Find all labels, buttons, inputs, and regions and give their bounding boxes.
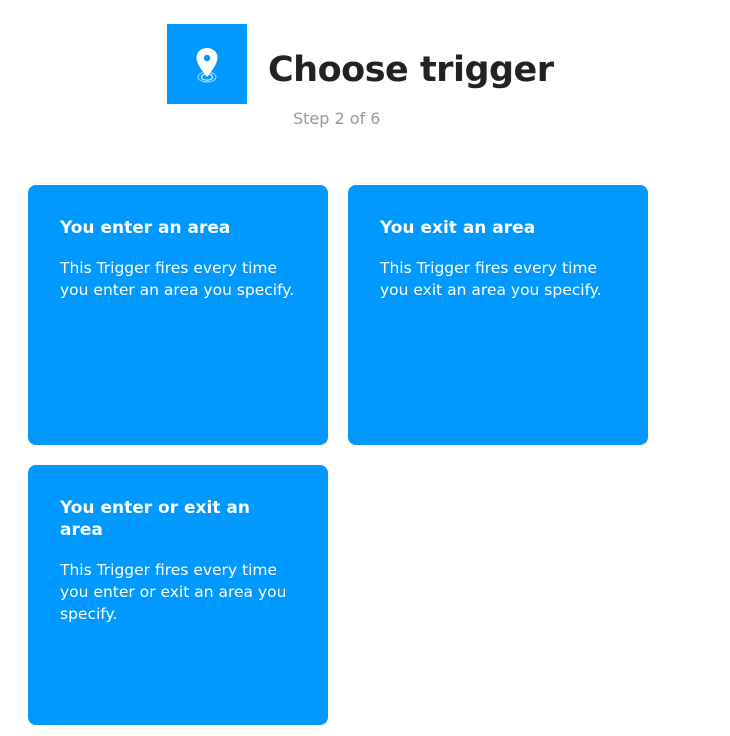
trigger-description: This Trigger fires every time you enter … [60,561,287,623]
step-indicator: Step 2 of 6 [293,109,381,128]
trigger-title: You exit an area [380,218,536,238]
service-logo [167,24,247,104]
trigger-description: This Trigger fires every time you exit a… [380,259,602,299]
location-pin-icon [196,48,218,83]
trigger-description: This Trigger fires every time you enter … [60,259,295,299]
trigger-card-exit-area[interactable]: You exit an area This Trigger fires ever… [348,185,648,445]
page-title: Choose trigger [268,50,554,90]
trigger-card-enter-area[interactable]: You enter an area This Trigger fires eve… [28,185,328,445]
trigger-title: You enter or exit an area [60,498,250,540]
trigger-title: You enter an area [60,218,231,238]
trigger-card-enter-or-exit-area[interactable]: You enter or exit an area This Trigger f… [28,465,328,725]
